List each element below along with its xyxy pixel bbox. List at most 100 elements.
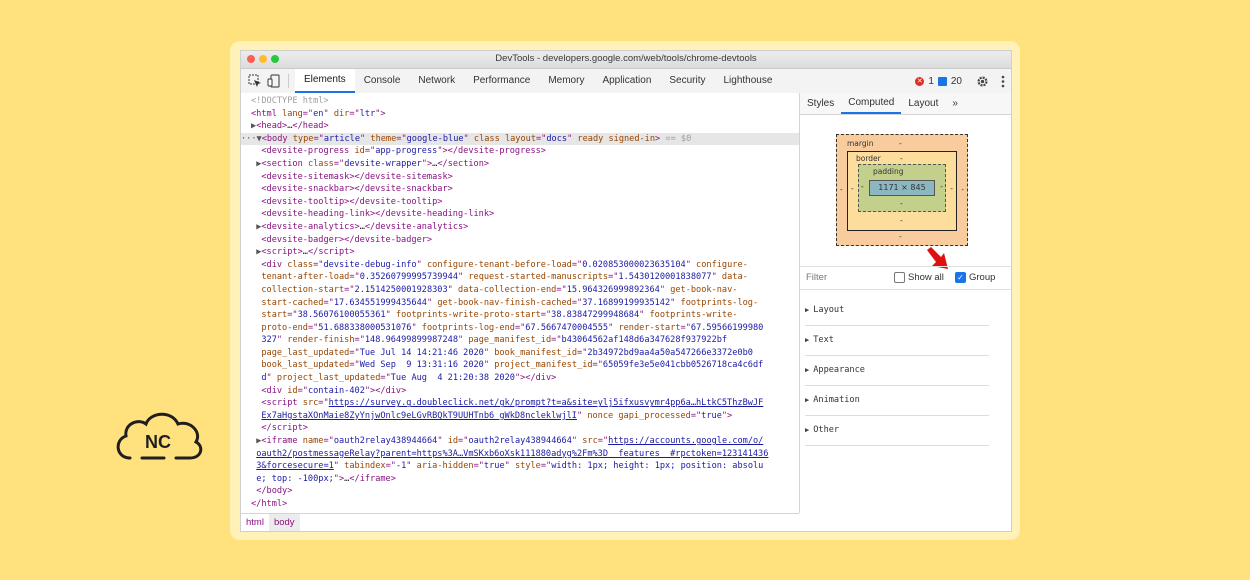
elements-panel: <!DOCTYPE html> <html lang="en" dir="ltr"… [241,93,800,513]
tab-lighthouse[interactable]: Lighthouse [715,69,782,93]
dom-node-line[interactable]: 3&forcesecure=1" tabindex="-1" aria-hidd… [241,460,799,473]
dom-node-line[interactable]: <devsite-badger></devsite-badger> [241,234,799,247]
group-label: Text [813,335,834,345]
dom-node-line[interactable]: Ex7aHgstaXOnMaie8ZyYnjwOnlc9eLGvRBQkT9UU… [241,410,799,423]
dom-node-line[interactable]: </body> [241,485,799,498]
window-title: DevTools - developers.google.com/web/too… [495,53,757,64]
group-checkbox[interactable]: ✓ [955,272,966,283]
dom-node-line[interactable]: oauth2/postmessageRelay?parent=https%3A…… [241,448,799,461]
expand-triangle-icon[interactable]: ▶ [805,306,809,314]
breadcrumb-html[interactable]: html [241,514,269,531]
dom-node-line[interactable]: <devsite-progress id="app-progress"></de… [241,145,799,158]
group-label: Animation [813,395,860,405]
dom-node-line[interactable]: ···▼<body type="article" theme="google-b… [241,132,799,146]
group-label: Other [813,425,840,435]
error-icon[interactable]: ✕ [915,76,925,86]
tab-elements[interactable]: Elements [295,69,355,93]
devtools-window: DevTools - developers.google.com/web/too… [240,50,1012,532]
dom-node-line[interactable]: <div id="contain-402"></div> [241,385,799,398]
padding-right-value: - [940,182,943,191]
breadcrumb: html body [241,513,799,531]
dom-node-line[interactable]: start-cached="17.634551999435644" get-bo… [241,297,799,310]
dom-node-line[interactable]: <!DOCTYPE html> [241,95,799,108]
dom-node-line[interactable]: proto-end="51.688338000531076" footprint… [241,322,799,335]
title-bar: DevTools - developers.google.com/web/too… [241,51,1011,69]
dom-node-line[interactable]: ▶<section class="devsite-wrapper">…</sec… [241,158,799,171]
dom-node-line[interactable]: ▶<devsite-analytics>…</devsite-analytics… [241,221,799,234]
group-label: Appearance [813,365,865,375]
show-all-label[interactable]: Show all [908,272,944,283]
group-other[interactable]: ▶ Other [805,416,989,446]
border-top-value: - [900,154,903,163]
device-toolbar-icon[interactable] [266,73,282,89]
tab-security[interactable]: Security [660,69,714,93]
message-count[interactable]: 20 [951,76,962,87]
gear-icon[interactable] [976,75,989,88]
dom-node-line[interactable]: e; top: -100px;">…</iframe> [241,473,799,486]
dom-node-line[interactable]: <html lang="en" dir="ltr"> [241,108,799,121]
group-label: Layout [813,305,845,315]
breadcrumb-body[interactable]: body [268,514,300,531]
padding-bottom-value: - [900,199,903,208]
dom-node-line[interactable]: start="38.56076100055361" footprints-wri… [241,309,799,322]
dom-node-line[interactable]: ▶<head>…</head> [241,120,799,133]
tab-network[interactable]: Network [409,69,464,93]
toolbar-status: ✕ 1 20 [915,69,1005,93]
group-text[interactable]: ▶ Text [805,326,989,356]
tab-console[interactable]: Console [355,69,410,93]
dom-node-line[interactable]: <script src="https://survey.g.doubleclic… [241,397,799,410]
expand-triangle-icon[interactable]: ▶ [805,336,809,344]
padding-left-value: - [861,182,864,191]
group-layout[interactable]: ▶ Layout [805,296,989,326]
border-bottom-value: - [900,216,903,225]
margin-right-value: - [961,185,964,194]
dom-node-line[interactable]: <devsite-sitemask></devsite-sitemask> [241,171,799,184]
computed-sidebar: Styles Computed Layout» margin - - - - bor… [800,93,1011,531]
group-animation[interactable]: ▶ Animation [805,386,989,416]
inspect-element-icon[interactable] [247,73,263,89]
dom-node-line[interactable]: collection-start="2.1514250001928303" da… [241,284,799,297]
dom-node-line[interactable]: ▶<script>…</script> [241,246,799,259]
filter-input[interactable]: Filter [806,272,827,283]
dom-node-line[interactable]: book_last_updated="Wed Sep 9 13:31:16 20… [241,359,799,372]
sidebar-tab-computed[interactable]: Computed [841,93,902,114]
expand-triangle-icon[interactable]: ▶ [805,366,809,374]
dom-node-line[interactable]: d" project_last_updated="Tue Aug 4 21:20… [241,372,799,385]
filter-row: Filter Show all ✓ Group [800,266,1011,290]
expand-triangle-icon[interactable]: ▶ [805,426,809,434]
dom-node-line[interactable]: page_last_updated="Tue Jul 14 14:21:46 2… [241,347,799,360]
box-model-margin[interactable]: margin - - - - border - - - - padding - … [836,134,968,246]
dom-node-line[interactable]: tenant-after-load="0.35260799995739944" … [241,271,799,284]
panel-tabs: Elements Console Network Performance Memory A… [295,69,781,93]
group-label[interactable]: Group [969,272,995,283]
tab-memory[interactable]: Memory [539,69,593,93]
dom-node-line[interactable]: 327" render-finish="148.96499899987248" … [241,334,799,347]
tab-application[interactable]: Application [593,69,660,93]
main-toolbar: Elements Console Network Performance Memory A… [241,69,1011,94]
sidebar-tabs: Styles Computed Layout» [800,93,1011,115]
box-model-border[interactable]: border - - - - padding - - - 1171 × 845 [847,151,957,231]
border-left-value: - [851,184,854,193]
expand-triangle-icon[interactable]: ▶ [805,396,809,404]
nc-logo-text: NC [145,432,171,452]
dom-node-line[interactable]: <devsite-heading-link></devsite-heading-… [241,208,799,221]
sidebar-tab-layout[interactable]: Layout [901,93,945,114]
dom-node-line[interactable]: ▶<iframe name="oauth2relay438944664" id=… [241,435,799,448]
dom-node-line[interactable]: <devsite-tooltip></devsite-tooltip> [241,196,799,209]
message-icon[interactable] [937,76,947,86]
error-count[interactable]: 1 [928,76,934,87]
box-model-content[interactable]: 1171 × 845 [869,180,935,196]
border-label: border [856,154,881,163]
tab-performance[interactable]: Performance [464,69,539,93]
dom-node-line[interactable]: </html> [241,498,799,511]
dom-node-line[interactable]: <devsite-snackbar></devsite-snackbar> [241,183,799,196]
more-tabs-icon[interactable]: » [945,93,965,114]
show-all-checkbox[interactable] [894,272,905,283]
box-model-padding[interactable]: padding - - - 1171 × 845 [858,164,946,212]
group-appearance[interactable]: ▶ Appearance [805,356,989,386]
sidebar-tab-styles[interactable]: Styles [800,93,841,114]
dom-node-line[interactable]: </script> [241,422,799,435]
dom-tree: <!DOCTYPE html> <html lang="en" dir="ltr"… [241,93,799,511]
more-options-icon[interactable] [1001,75,1005,88]
dom-node-line[interactable]: <div class="devsite-debug-info" configur… [241,259,799,272]
